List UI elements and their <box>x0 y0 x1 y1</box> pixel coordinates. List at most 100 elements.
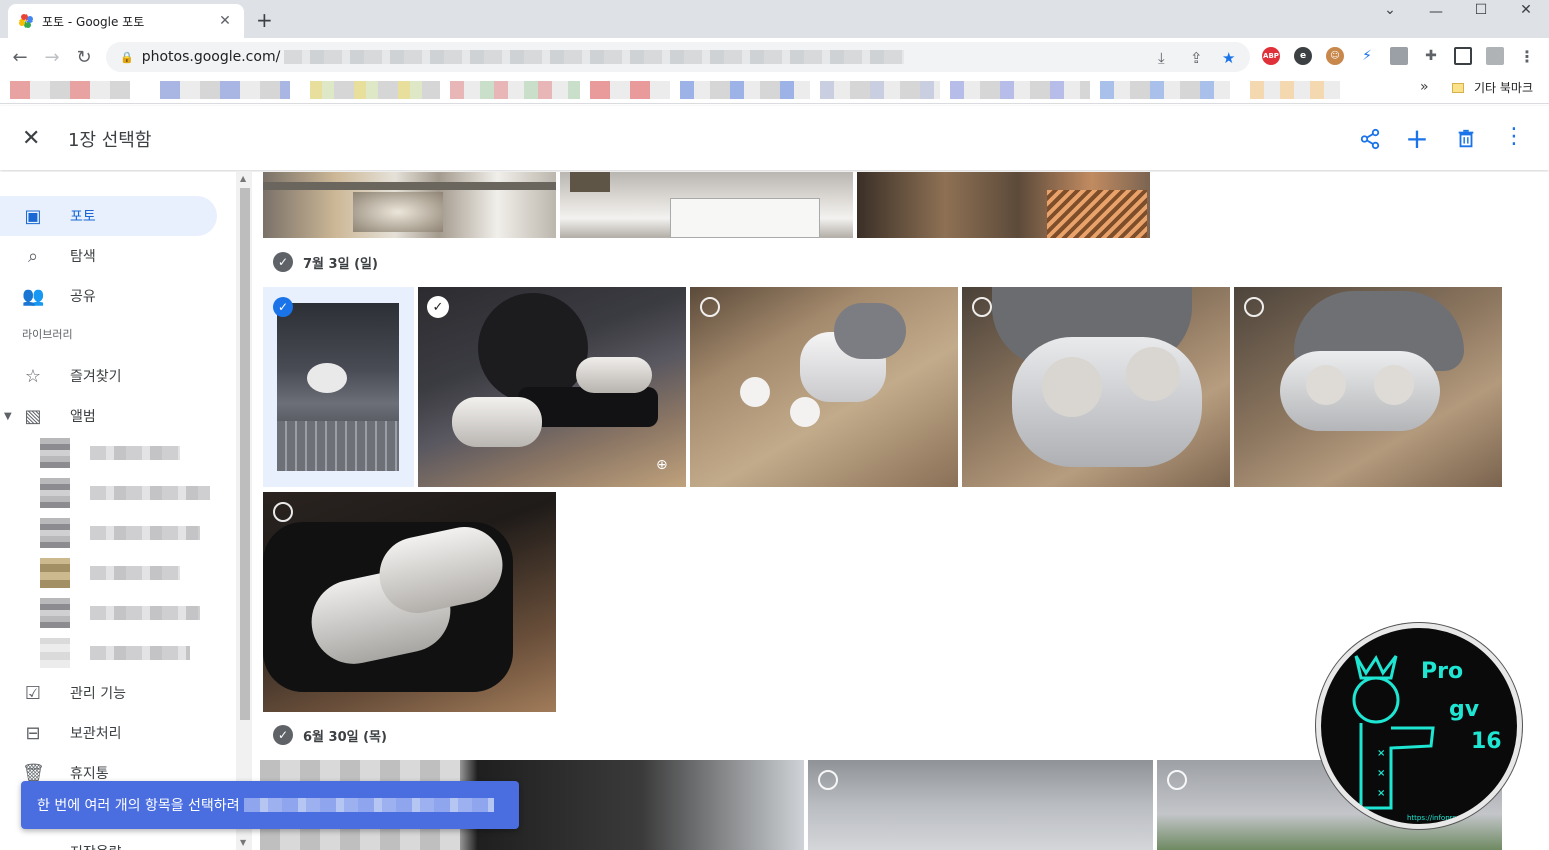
chevron-down-icon[interactable]: ⌄ <box>1367 2 1413 18</box>
photo-thumbnail[interactable] <box>263 492 556 712</box>
tab-close-icon[interactable]: ✕ <box>216 13 234 29</box>
bookmark-item[interactable] <box>310 81 440 99</box>
sidebar-item-archive[interactable]: ⊟ 보관처리 <box>0 713 217 753</box>
close-window-button[interactable]: ✕ <box>1503 2 1549 18</box>
select-circle-icon[interactable] <box>273 502 293 522</box>
sidebar-item-favorites[interactable]: ☆ 즐겨찾기 <box>0 356 217 396</box>
select-circle-icon[interactable] <box>700 297 720 317</box>
date-group-header[interactable]: ✓ 6월 30일 (목) <box>273 725 387 745</box>
back-icon[interactable]: ← <box>4 47 36 68</box>
cloud-icon: ☁ <box>22 842 44 850</box>
selected-check-icon[interactable]: ✓ <box>273 297 293 317</box>
side-panel-icon[interactable] <box>1454 47 1472 65</box>
share-page-icon[interactable]: ⇪ <box>1190 49 1203 67</box>
profile-ext-icon[interactable] <box>1390 47 1408 65</box>
minimize-button[interactable]: — <box>1413 4 1459 20</box>
scroll-up-arrow-icon[interactable]: ▲ <box>240 174 246 183</box>
maximize-button[interactable]: ☐ <box>1458 2 1504 18</box>
bookmark-item[interactable] <box>10 81 130 99</box>
bookmark-item[interactable] <box>820 81 940 99</box>
checkmark-icon[interactable]: ✓ <box>427 296 449 318</box>
album-item[interactable] <box>40 638 190 668</box>
photo-detail <box>576 357 652 393</box>
select-circle-icon[interactable] <box>818 770 838 790</box>
album-item[interactable] <box>40 598 200 628</box>
photo-thumbnail[interactable] <box>263 172 556 238</box>
photo-icon: ▣ <box>24 205 42 227</box>
select-group-check-icon[interactable]: ✓ <box>273 725 293 745</box>
expand-triangle-icon[interactable]: ▼ <box>4 411 12 422</box>
svg-text:×: × <box>1377 748 1385 759</box>
sidebar-item-albums[interactable]: ▼ ▧ 앨범 <box>0 396 217 436</box>
photo-thumbnail[interactable] <box>560 172 853 238</box>
archive-icon: ⊟ <box>25 722 41 744</box>
photo-thumbnail[interactable] <box>962 287 1230 487</box>
photo-detail <box>277 421 399 471</box>
select-circle-icon[interactable] <box>972 297 992 317</box>
address-bar[interactable]: 🔒 photos.google.com/ ⤓ ⇪ ★ <box>106 42 1250 72</box>
menu-dots-icon[interactable]: ⋮ <box>1518 47 1536 66</box>
album-name-redacted <box>90 566 180 580</box>
sidebar-item-sharing[interactable]: 👥 공유 <box>0 276 217 316</box>
watermark-logo: × × × Pro gv 16 https://infoprogrammer.t… <box>1316 623 1522 829</box>
album-item[interactable] <box>40 518 200 548</box>
date-group-header[interactable]: ✓ 7월 3일 (일) <box>273 252 378 272</box>
bookmark-item[interactable] <box>680 81 810 99</box>
bookmark-item[interactable] <box>950 81 1090 99</box>
sidebar-item-photos[interactable]: ▣ 포토 <box>0 196 217 236</box>
share-icon[interactable] <box>1358 128 1382 150</box>
profile-avatar[interactable] <box>1486 47 1504 65</box>
sidebar-item-utilities[interactable]: ☑ 관리 기능 <box>0 673 217 713</box>
sidebar-scroll-thumb[interactable] <box>240 188 250 720</box>
select-circle-icon[interactable] <box>1167 770 1187 790</box>
bolt-icon[interactable]: ⚡ <box>1358 47 1376 65</box>
album-name-redacted <box>90 606 200 620</box>
photo-thumbnail[interactable] <box>808 760 1153 850</box>
other-bookmarks[interactable]: 기타 북마크 <box>1452 79 1533 96</box>
album-item[interactable] <box>40 558 180 588</box>
photo-thumbnail[interactable] <box>857 172 1150 238</box>
bookmark-item[interactable] <box>160 81 290 99</box>
scroll-down-arrow-icon[interactable]: ▼ <box>240 838 246 847</box>
select-circle-icon[interactable] <box>1244 297 1264 317</box>
lock-icon: 🔒 <box>120 50 134 64</box>
bookmark-item[interactable] <box>450 81 580 99</box>
reload-icon[interactable]: ↻ <box>68 47 100 68</box>
close-selection-icon[interactable]: ✕ <box>22 126 40 151</box>
new-tab-button[interactable]: + <box>256 8 273 32</box>
forward-icon[interactable]: → <box>36 47 68 68</box>
bookmark-item[interactable] <box>1100 81 1230 99</box>
photo-thumbnail[interactable] <box>1234 287 1502 487</box>
bookmark-star-icon[interactable]: ★ <box>1222 49 1235 67</box>
album-item[interactable] <box>40 438 180 468</box>
album-thumbnail <box>40 638 70 668</box>
bookmarks-bar: » <box>0 76 1549 104</box>
bookmarks-overflow-icon[interactable]: » <box>1420 79 1429 95</box>
date-label: 7월 3일 (일) <box>303 256 378 272</box>
sidebar-item-explore[interactable]: ⌕ 탐색 <box>0 236 217 276</box>
delete-icon[interactable] <box>1454 128 1478 150</box>
bookmark-item[interactable] <box>1250 81 1340 99</box>
folder-icon <box>1452 82 1464 93</box>
abp-icon[interactable]: ABP <box>1262 47 1280 65</box>
puzzle-icon[interactable]: ✚ <box>1422 47 1440 65</box>
photo-thumbnail-selected[interactable]: ✓ <box>263 287 414 487</box>
album-item[interactable] <box>40 478 210 508</box>
bookmark-item[interactable] <box>590 81 670 99</box>
photo-thumbnail[interactable] <box>690 287 958 487</box>
zoom-icon[interactable]: ⊕ <box>656 457 668 473</box>
select-group-check-icon[interactable]: ✓ <box>273 252 293 272</box>
face-icon[interactable]: ☺ <box>1326 47 1344 65</box>
e-icon[interactable]: e <box>1294 47 1312 65</box>
sidebar-item-storage[interactable]: ☁ 저장용량 <box>0 832 217 850</box>
svg-text:×: × <box>1377 768 1385 779</box>
album-name-redacted <box>90 486 210 500</box>
more-options-icon[interactable]: ⋮ <box>1502 124 1526 149</box>
album-thumbnail <box>40 478 70 508</box>
photo-detail <box>263 182 556 190</box>
install-icon[interactable]: ⤓ <box>1158 49 1165 67</box>
photo-thumbnail[interactable]: ✓ ⊕ <box>418 287 686 487</box>
browser-tab[interactable]: 포토 - Google 포토 ✕ <box>8 4 244 38</box>
sidebar-item-label: 관리 기능 <box>70 686 126 702</box>
add-to-icon[interactable]: + <box>1405 122 1429 155</box>
